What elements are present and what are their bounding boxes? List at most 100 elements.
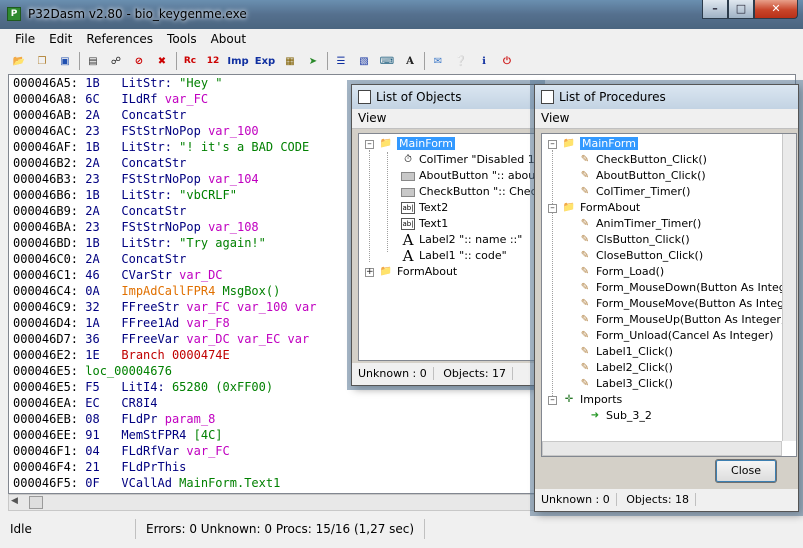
tree-node-procedure[interactable]: ✎ AboutButton_Click(): [578, 168, 706, 184]
procedure-icon: ✎: [580, 378, 590, 389]
tree-node-procedure[interactable]: ✎ CloseButton_Click(): [578, 248, 703, 264]
help-icon[interactable]: ❔: [452, 52, 470, 70]
copy-icon[interactable]: ❐: [33, 52, 51, 70]
tree-node-procedure[interactable]: ✎ Label2_Click(): [578, 360, 673, 376]
no-bugs-icon[interactable]: ⊘: [130, 52, 148, 70]
status-state: Idle: [0, 519, 136, 539]
menu-file[interactable]: File: [8, 30, 42, 49]
tree-node-procedure[interactable]: ✎ Form_Unload(Cancel As Integer): [578, 328, 774, 344]
goto-icon[interactable]: ➤: [304, 52, 322, 70]
collapse-icon[interactable]: –: [548, 140, 557, 149]
menu-tools[interactable]: Tools: [160, 30, 204, 49]
timer-icon: ⏱: [404, 154, 412, 165]
objects-window: List of Objects View – 📁 MainForm ⏱ ColTim…: [351, 84, 542, 386]
find-icon[interactable]: ☍: [107, 52, 125, 70]
comment-icon[interactable]: ✉: [429, 52, 447, 70]
stop-icon[interactable]: ✖: [153, 52, 171, 70]
label-icon: A: [402, 247, 414, 265]
label-icon: A: [402, 231, 414, 249]
textbox-icon: ab|: [401, 202, 415, 214]
app-icon: P: [7, 7, 21, 21]
tree-node-text1[interactable]: ab| Text1: [401, 216, 448, 232]
procedure-icon: ✎: [580, 234, 590, 245]
objects-view-menu[interactable]: View: [352, 109, 540, 129]
imports-icon: ✛: [564, 394, 574, 405]
tree-node-imports[interactable]: ✛ Imports: [562, 392, 622, 408]
minimize-button[interactable]: –: [702, 0, 728, 19]
procedure-icon: ✎: [580, 282, 590, 293]
tree-node-procedure[interactable]: ✎ Form_Load(): [578, 264, 664, 280]
tree-node-sub-3-2[interactable]: ➜ Sub_3_2: [588, 408, 652, 424]
tree-node-text2[interactable]: ab| Text2: [401, 200, 448, 216]
tree-node-label2[interactable]: A Label2 ":: name ::": [401, 231, 523, 249]
sub-arrow-icon: ➜: [590, 410, 600, 421]
tree-node-aboutbutton[interactable]: AboutButton ":: about: [401, 168, 540, 184]
tree-node-procedure[interactable]: ✎ Form_MouseDown(Button As Integer, Sh: [578, 280, 796, 296]
objects-title-bar[interactable]: List of Objects: [352, 85, 540, 109]
tree-node-mainform[interactable]: 📁 MainForm: [562, 136, 638, 152]
exports-icon[interactable]: Exp: [254, 52, 276, 70]
objects-tree[interactable]: – 📁 MainForm ⏱ ColTimer "Disabled 1 ms Abo…: [358, 133, 542, 361]
procedure-icon: ✎: [580, 250, 590, 261]
scroll-thumb[interactable]: [29, 496, 43, 509]
procedures-view-menu[interactable]: View: [535, 109, 798, 129]
menu-references[interactable]: References: [79, 30, 160, 49]
toolbar: 📂 ❐ ▣ ▤ ☍ ⊘ ✖ Rc 12 Imp Exp ▦ ➤ ☰ ▧ ⌨ A …: [8, 50, 796, 72]
tree-node-procedure[interactable]: ✎ ClsButton_Click(): [578, 232, 690, 248]
button-icon: [401, 171, 415, 181]
procedures-horizontal-scrollbar[interactable]: [542, 441, 782, 456]
close-button[interactable]: ✕: [754, 0, 798, 19]
title-bar[interactable]: P P32Dasm v2.80 - bio_keygenme.exe – □ ✕: [0, 0, 803, 29]
folder-icon: 📁: [379, 266, 393, 277]
tree-node-formabout[interactable]: 📁 FormAbout: [379, 264, 457, 280]
form-icon[interactable]: ▦: [281, 52, 299, 70]
tree-node-mainform[interactable]: 📁 MainForm: [379, 136, 455, 152]
open-icon[interactable]: 📂: [10, 52, 28, 70]
tree-node-formabout[interactable]: 📁 FormAbout: [562, 200, 640, 216]
tree-node-checkbutton[interactable]: CheckButton ":: Check v: [401, 184, 541, 200]
string-ref-icon[interactable]: Rc: [181, 52, 199, 70]
tree-node-procedure[interactable]: ✎ Label1_Click(): [578, 344, 673, 360]
number-ref-icon[interactable]: 12: [204, 52, 222, 70]
procedure-icon: ✎: [580, 186, 590, 197]
clipboard-icon[interactable]: ▤: [84, 52, 102, 70]
tree-node-procedure[interactable]: ✎ Label3_Click(): [578, 376, 673, 392]
tree-node-procedure[interactable]: ✎ Form_MouseUp(Button As Integer, Shift: [578, 312, 796, 328]
procedures-tree[interactable]: – 📁 MainForm ✎ CheckButton_Click() ✎ AboutBu…: [541, 133, 797, 457]
tree-node-label1[interactable]: A Label1 ":: code": [401, 248, 507, 264]
object-list-icon[interactable]: ▧: [355, 52, 373, 70]
label-icon[interactable]: A: [401, 52, 419, 70]
procedure-icon: ✎: [580, 298, 590, 309]
procedures-vertical-scrollbar[interactable]: [782, 134, 796, 441]
procedures-window: List of Procedures View – 📁 MainForm ✎ Che…: [534, 84, 799, 512]
scroll-left-icon[interactable]: ◀: [11, 496, 18, 506]
menu-about[interactable]: About: [204, 30, 253, 49]
procedures-title-bar[interactable]: List of Procedures: [535, 85, 798, 109]
collapse-icon[interactable]: –: [548, 204, 557, 213]
procedure-list-icon[interactable]: ☰: [332, 52, 350, 70]
expand-icon[interactable]: +: [365, 268, 374, 277]
procedure-icon: ✎: [580, 330, 590, 341]
tree-node-procedure[interactable]: ✎ ColTimer_Timer(): [578, 184, 691, 200]
tree-node-procedure[interactable]: ✎ CheckButton_Click(): [578, 152, 707, 168]
collapse-icon[interactable]: –: [548, 396, 557, 405]
tree-node-procedure[interactable]: ✎Form_MouseMove(Button As Integer, Shi: [578, 296, 796, 312]
exit-icon[interactable]: ⏻: [498, 52, 516, 70]
info-icon[interactable]: ℹ: [475, 52, 493, 70]
procedure-icon: ✎: [580, 314, 590, 325]
objects-title: List of Objects: [376, 90, 462, 104]
maximize-button[interactable]: □: [728, 0, 754, 19]
menu-edit[interactable]: Edit: [42, 30, 79, 49]
save-icon[interactable]: ▣: [56, 52, 74, 70]
procedures-status-bar: Unknown : 0 Objects: 18: [535, 489, 798, 511]
collapse-icon[interactable]: –: [365, 140, 374, 149]
button-icon: [401, 187, 415, 197]
folder-icon: 📁: [562, 202, 576, 213]
close-button[interactable]: Close: [715, 459, 777, 483]
tree-node-coltimer[interactable]: ⏱ ColTimer "Disabled 1 ms: [401, 152, 541, 168]
tree-node-procedure[interactable]: ✎ AnimTimer_Timer(): [578, 216, 701, 232]
keyboard-icon[interactable]: ⌨: [378, 52, 396, 70]
folder-icon: 📁: [562, 138, 576, 149]
status-bar: Idle Errors: 0 Unknown: 0 Procs: 15/16 (…: [0, 516, 803, 542]
imports-icon[interactable]: Imp: [227, 52, 249, 70]
